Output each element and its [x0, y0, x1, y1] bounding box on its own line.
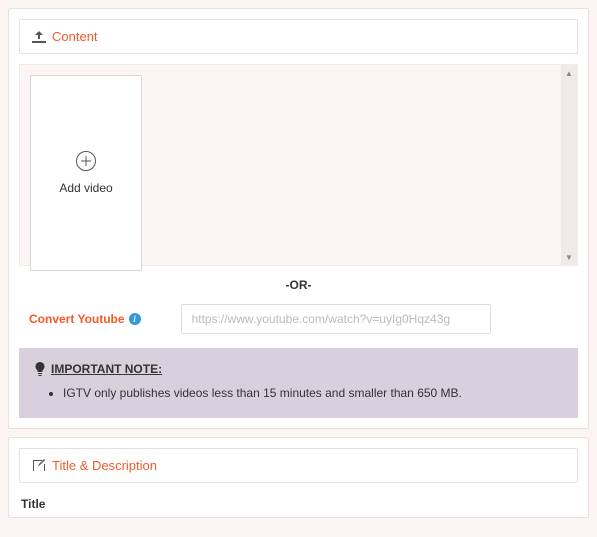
title-panel-header: Title & Description [19, 448, 578, 483]
plus-circle-icon [76, 151, 96, 171]
content-panel-header: Content [19, 19, 578, 54]
edit-icon [32, 459, 46, 473]
important-note-box: IMPORTANT NOTE: IGTV only publishes vide… [19, 348, 578, 418]
info-icon[interactable]: i [129, 313, 141, 325]
video-scroll-area: Add video ▲ ▼ [19, 64, 578, 266]
scroll-down-arrow-icon[interactable]: ▼ [561, 249, 577, 265]
title-field-label: Title [9, 493, 588, 511]
note-header-text: IMPORTANT NOTE: [51, 362, 162, 376]
scroll-up-arrow-icon[interactable]: ▲ [561, 65, 577, 81]
add-video-label: Add video [59, 181, 112, 195]
lightbulb-icon [35, 362, 45, 376]
content-panel: Content Add video ▲ ▼ -OR- Convert Youtu… [8, 8, 589, 429]
note-item: IGTV only publishes videos less than 15 … [63, 384, 562, 402]
convert-youtube-row: Convert Youtube i [19, 304, 578, 334]
content-header-label: Content [52, 29, 98, 44]
upload-icon [32, 31, 46, 43]
title-description-panel: Title & Description Title [8, 437, 589, 518]
scrollbar[interactable]: ▲ ▼ [561, 65, 577, 265]
note-list: IGTV only publishes videos less than 15 … [35, 384, 562, 402]
add-video-button[interactable]: Add video [30, 75, 142, 271]
note-header: IMPORTANT NOTE: [35, 362, 562, 376]
youtube-url-input[interactable] [181, 304, 491, 334]
convert-youtube-label-text: Convert Youtube [29, 312, 125, 326]
title-header-label: Title & Description [52, 458, 157, 473]
convert-youtube-label: Convert Youtube i [29, 312, 141, 326]
content-body: Add video ▲ ▼ -OR- Convert Youtube i IMP… [19, 64, 578, 418]
or-separator: -OR- [19, 266, 578, 304]
